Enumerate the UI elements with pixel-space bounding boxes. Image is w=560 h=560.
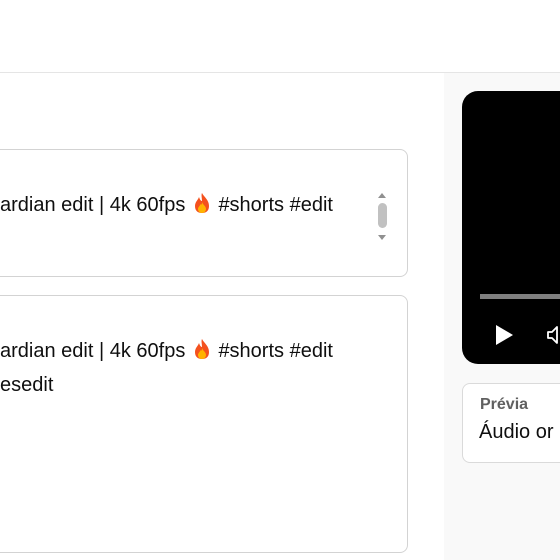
title-tags: #shorts #edit (218, 194, 333, 216)
play-icon[interactable] (494, 324, 514, 346)
fire-emoji-icon (194, 339, 209, 359)
scroll-up-arrow-icon[interactable] (378, 193, 386, 198)
volume-icon[interactable] (546, 324, 560, 346)
description-tags: #shorts #edit (218, 340, 333, 362)
top-bar (0, 0, 560, 73)
title-field-text: ardian edit | 4k 60fps #shorts #edit (0, 188, 333, 222)
description-line-1: ardian edit | 4k 60fps #shorts #edit (0, 334, 333, 368)
scroll-down-arrow-icon[interactable] (378, 235, 386, 240)
video-progress-bar[interactable] (480, 294, 560, 299)
fire-emoji-icon (194, 193, 209, 213)
description-text: ardian edit | 4k 60fps (0, 340, 186, 362)
preview-value: Áudio or (479, 421, 554, 443)
preview-label: Prévia (480, 396, 529, 413)
title-text: ardian edit | 4k 60fps (0, 194, 186, 216)
scrollbar-thumb[interactable] (378, 203, 387, 228)
description-line-2: esedit (0, 374, 54, 396)
